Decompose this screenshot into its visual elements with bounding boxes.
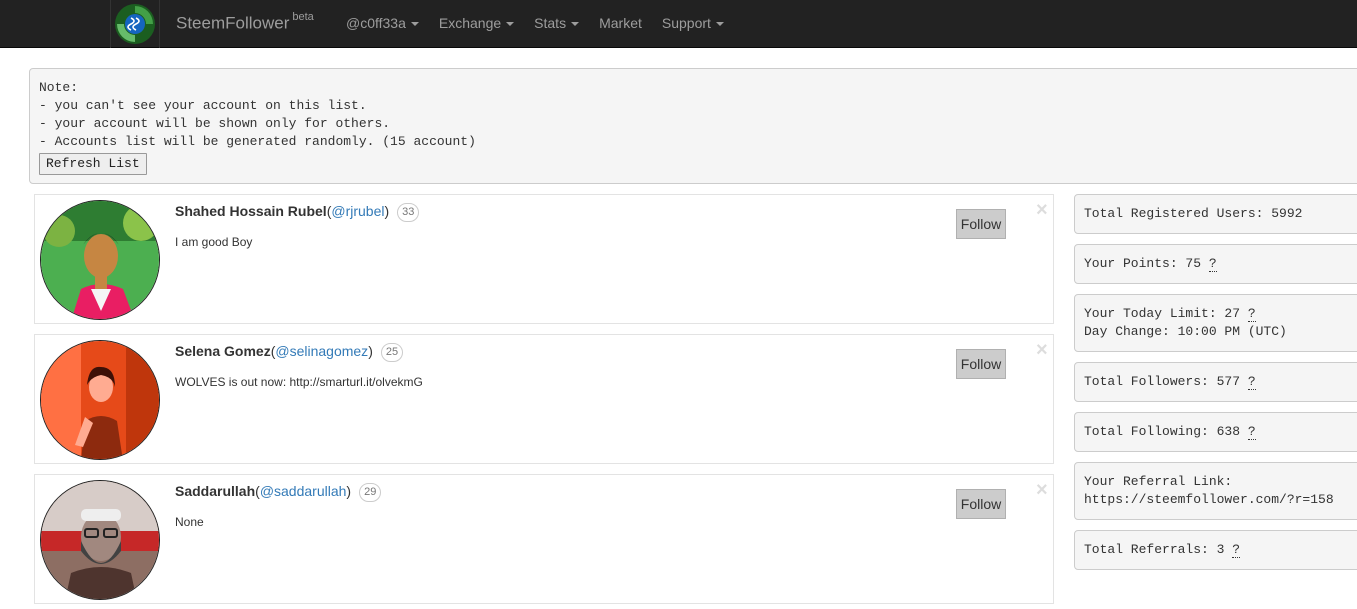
close-icon[interactable]: × xyxy=(1036,480,1048,500)
help-icon[interactable]: ? xyxy=(1247,306,1256,322)
note-line: - your account will be shown only for ot… xyxy=(39,116,391,131)
nav-exchange-dropdown[interactable]: Exchange xyxy=(429,0,524,48)
user-handle-link[interactable]: @rjrubel xyxy=(331,203,384,219)
stat-referrals: Total Referrals: 3 ? xyxy=(1074,530,1357,570)
nav-market-link[interactable]: Market xyxy=(589,0,652,48)
avatar[interactable] xyxy=(40,200,160,320)
user-handle-link[interactable]: @selinagomez xyxy=(275,343,368,359)
help-icon[interactable]: ? xyxy=(1208,256,1217,272)
nav-menu: @c0ff33a Exchange Stats Market Support xyxy=(336,0,734,48)
user-bio: WOLVES is out now: http://smarturl.it/ol… xyxy=(175,375,423,389)
user-card: Shahed Hossain Rubel(@rjrubel) 33 I am go… xyxy=(34,194,1054,324)
user-name: Shahed Hossain Rubel xyxy=(175,203,327,219)
user-name-line: Selena Gomez(@selinagomez) 25 xyxy=(175,343,404,362)
stat-points: Your Points: 75 ? xyxy=(1074,244,1357,284)
follow-button[interactable]: Follow xyxy=(956,209,1006,239)
stat-following: Total Following: 638 ? xyxy=(1074,412,1357,452)
nav-support-dropdown[interactable]: Support xyxy=(652,0,734,48)
note-box: Note: - you can't see your account on th… xyxy=(29,68,1357,184)
day-change-text: Day Change: 10:00 PM (UTC) xyxy=(1084,324,1287,339)
user-list: Shahed Hossain Rubel(@rjrubel) 33 I am go… xyxy=(34,194,1054,609)
stats-sidebar: Total Registered Users: 5992 Your Points… xyxy=(1074,194,1357,580)
note-line: - you can't see your account on this lis… xyxy=(39,98,367,113)
caret-down-icon xyxy=(715,22,724,27)
user-name: Selena Gomez xyxy=(175,343,271,359)
stat-today-limit: Your Today Limit: 27 ? Day Change: 10:00… xyxy=(1074,294,1357,352)
close-icon[interactable]: × xyxy=(1036,200,1048,220)
top-navbar: SteemFollower beta @c0ff33a Exchange Stat… xyxy=(0,0,1357,48)
avatar[interactable] xyxy=(40,340,160,460)
user-name: Saddarullah xyxy=(175,483,256,499)
follow-button[interactable]: Follow xyxy=(956,489,1006,519)
refresh-list-button[interactable]: Refresh List xyxy=(39,153,147,175)
avatar[interactable] xyxy=(40,480,160,600)
follow-button[interactable]: Follow xyxy=(956,349,1006,379)
stat-followers: Total Followers: 577 ? xyxy=(1074,362,1357,402)
user-name-line: Saddarullah(@saddarullah) 29 xyxy=(175,483,382,502)
reputation-badge: 33 xyxy=(397,203,420,222)
nav-account-dropdown[interactable]: @c0ff33a xyxy=(336,0,429,48)
user-handle-link[interactable]: @saddarullah xyxy=(260,483,347,499)
note-line: Note: xyxy=(39,80,79,95)
caret-down-icon xyxy=(506,22,515,27)
brand-title[interactable]: SteemFollower beta xyxy=(176,11,314,34)
referral-link-text[interactable]: https://steemfollower.com/?r=158 xyxy=(1084,492,1334,507)
user-card: Saddarullah(@saddarullah) 29 None Follow … xyxy=(34,474,1054,604)
reputation-badge: 25 xyxy=(380,343,404,362)
user-name-line: Shahed Hossain Rubel(@rjrubel) 33 xyxy=(175,203,420,222)
user-bio: None xyxy=(175,515,204,529)
close-icon[interactable]: × xyxy=(1036,340,1048,360)
steem-logo-icon[interactable] xyxy=(110,0,160,48)
stat-registered-users: Total Registered Users: 5992 xyxy=(1074,194,1357,234)
help-icon[interactable]: ? xyxy=(1247,424,1256,440)
stat-referral-link: Your Referral Link: https://steemfollowe… xyxy=(1074,462,1357,520)
reputation-badge: 29 xyxy=(359,483,382,502)
nav-stats-dropdown[interactable]: Stats xyxy=(524,0,589,48)
user-bio: I am good Boy xyxy=(175,235,253,249)
user-card: Selena Gomez(@selinagomez) 25 WOLVES is o… xyxy=(34,334,1054,464)
help-icon[interactable]: ? xyxy=(1232,542,1241,558)
caret-down-icon xyxy=(410,22,419,27)
caret-down-icon xyxy=(571,22,580,27)
note-line: - Accounts list will be generated random… xyxy=(39,134,476,149)
beta-badge: beta xyxy=(292,11,314,23)
help-icon[interactable]: ? xyxy=(1247,374,1256,390)
